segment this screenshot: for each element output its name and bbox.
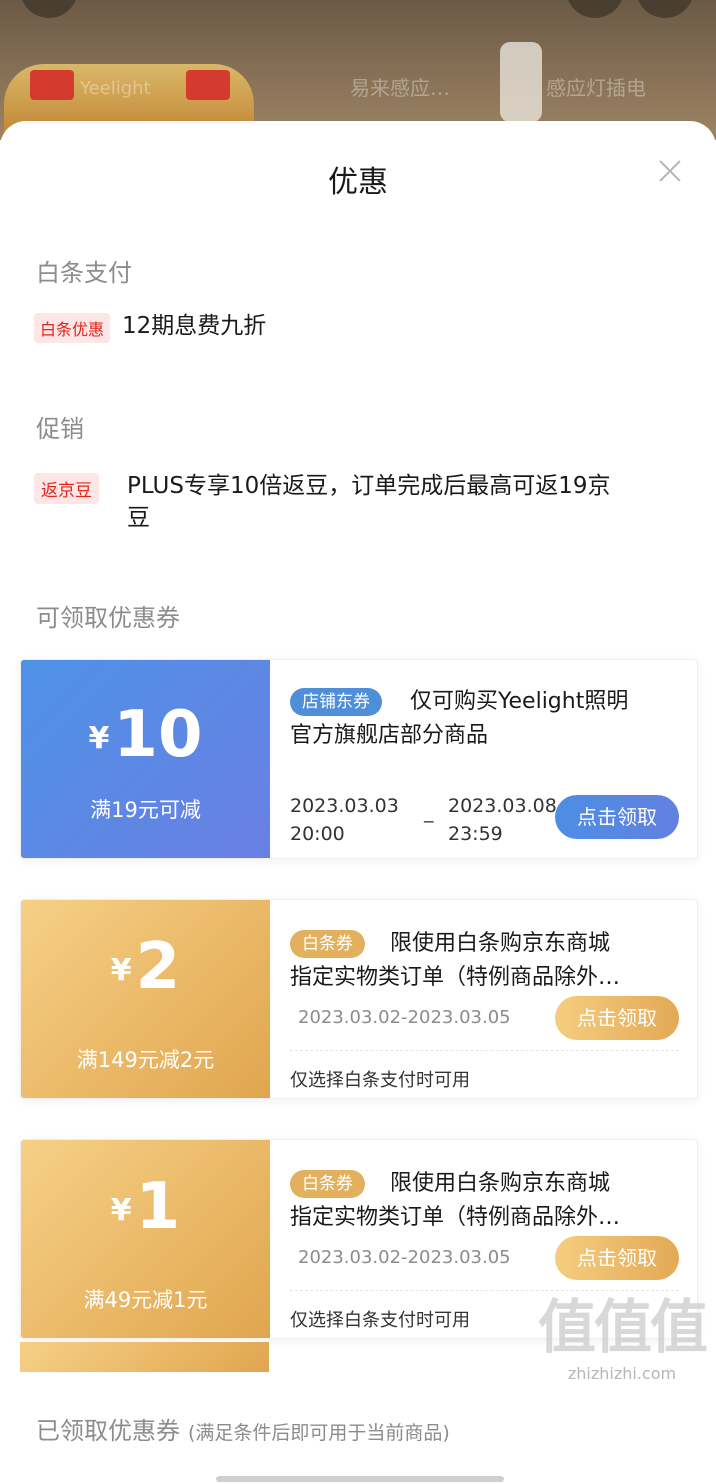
coupon-time-start: 20:00 <box>290 823 345 845</box>
coupon-condition: 满19元可减 <box>90 798 201 822</box>
coupon-note: 仅选择白条支付时可用 <box>290 1070 470 1091</box>
share-icon <box>566 0 624 18</box>
baitiao-badge: 白条优惠 <box>34 313 111 343</box>
coupon-condition: 满49元减1元 <box>83 1288 208 1312</box>
watermark-url: zhizhizhi.com <box>567 1364 677 1383</box>
claim-coupon-button[interactable]: 点击领取 <box>555 795 679 839</box>
close-icon[interactable] <box>658 159 682 183</box>
claimed-coupons-heading: 已领取优惠券 (满足条件后即可用于当前商品) <box>36 1411 450 1446</box>
coupon-date-separator: _ <box>424 801 434 823</box>
claim-coupon-button[interactable]: 点击领取 <box>555 1236 679 1280</box>
coupon-info: 店铺东券 仅可购买Yeelight照明 官方旗舰店部分商品 2023.03.03… <box>270 660 697 858</box>
coupon-desc-line2: 指定实物类订单（特例商品除外… <box>290 1205 621 1230</box>
watermark: 值值值 zhizhizhi.com <box>537 1280 708 1383</box>
claimed-heading-text: 已领取优惠券 <box>36 1417 180 1445</box>
coupon-card: ¥2 满149元减2元 白条券 限使用白条购京东商城 指定实物类订单（特例商品除… <box>20 899 698 1099</box>
product-image-lamp <box>500 42 542 122</box>
available-coupons-heading: 可领取优惠券 <box>36 604 180 632</box>
brand-text: Yeelight <box>80 78 151 99</box>
home-indicator <box>216 1476 504 1482</box>
promo-badge: 返京豆 <box>34 473 99 504</box>
coupon-time-end: 23:59 <box>448 823 503 845</box>
baitiao-text: 12期息费九折 <box>122 313 267 339</box>
coupon-value-panel: ¥2 满149元减2元 <box>21 900 270 1098</box>
coupon-card: ¥10 满19元可减 店铺东券 仅可购买Yeelight照明 官方旗舰店部分商品… <box>20 659 698 859</box>
promo-text-line1: PLUS专享10倍返豆，订单完成后最高可返19京 <box>127 473 611 499</box>
watermark-logo: 值值值 <box>537 1293 708 1361</box>
product-name-2: 感应灯插电 <box>546 76 646 100</box>
coupon-amount: ¥10 <box>88 698 203 772</box>
coupon-date-start: 2023.03.03 <box>290 795 399 817</box>
promo-text-line2: 豆 <box>127 505 150 531</box>
promo-heading: 促销 <box>36 415 84 443</box>
divider <box>290 1050 679 1051</box>
product-image-card <box>30 70 74 100</box>
coupon-value-panel: ¥1 满49元减1元 <box>21 1140 270 1338</box>
back-icon <box>20 0 78 18</box>
coupon-desc-line1: 仅可购买Yeelight照明 <box>410 689 629 714</box>
coupon-info: 白条券 限使用白条购京东商城 指定实物类订单（特例商品除外… 2023.03.0… <box>270 900 697 1098</box>
coupon-date-end: 2023.03.08 <box>448 795 557 817</box>
claim-coupon-button[interactable]: 点击领取 <box>555 996 679 1040</box>
baitiao-heading: 白条支付 <box>36 259 132 287</box>
coupon-desc-line1: 限使用白条购京东商城 <box>390 931 611 956</box>
coupon-desc-line2: 官方旗舰店部分商品 <box>290 723 489 748</box>
product-image-card <box>186 70 230 100</box>
sheet-title: 优惠 <box>328 165 388 200</box>
coupon-amount: ¥1 <box>110 1170 181 1244</box>
coupon-desc-line1: 限使用白条购京东商城 <box>390 1171 611 1196</box>
coupon-amount: ¥2 <box>110 930 181 1004</box>
coupon-date-range: 2023.03.02-2023.03.05 <box>298 1007 511 1028</box>
claimed-coupon-peek <box>20 1342 269 1372</box>
more-icon <box>636 0 694 18</box>
coupon-condition: 满149元减2元 <box>76 1048 215 1072</box>
coupon-note: 仅选择白条支付时可用 <box>290 1310 470 1331</box>
coupon-value-panel: ¥10 满19元可减 <box>21 660 270 858</box>
background-product-page: Yeelight 易来感应… 感应灯插电 <box>0 0 716 140</box>
coupon-desc-line2: 指定实物类订单（特例商品除外… <box>290 965 621 990</box>
coupon-date-range: 2023.03.02-2023.03.05 <box>298 1247 511 1268</box>
claimed-heading-subtext: (满足条件后即可用于当前商品) <box>188 1422 450 1444</box>
product-name-1: 易来感应… <box>350 76 450 100</box>
